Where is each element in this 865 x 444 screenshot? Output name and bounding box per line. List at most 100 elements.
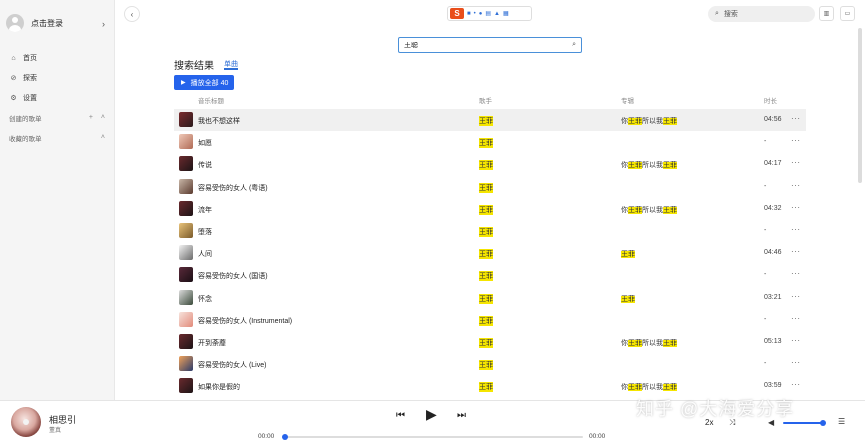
song-artist[interactable]: 王菲 (479, 271, 493, 282)
search-box[interactable]: ⌕ (398, 37, 582, 53)
song-artist[interactable]: 王菲 (479, 293, 493, 304)
song-thumbnail[interactable] (179, 134, 193, 150)
search-icon[interactable]: ⌕ (572, 41, 576, 49)
song-artist[interactable]: 王菲 (479, 160, 493, 171)
more-options-icon[interactable]: ··· (791, 136, 801, 145)
next-track-icon[interactable]: ⏭ (457, 410, 466, 421)
table-row[interactable]: 我也不想这样 王菲 你王菲所以我王菲 04:56 ··· (174, 109, 806, 132)
section-collected-playlists[interactable]: 收藏的歌单 ˄ (0, 128, 114, 148)
toolbox-icon[interactable]: ▦ (503, 10, 509, 17)
song-artist[interactable]: 王菲 (479, 138, 493, 149)
song-thumbnail[interactable] (179, 222, 193, 238)
song-artist[interactable]: 王菲 (479, 360, 493, 371)
song-artist[interactable]: 王菲 (479, 204, 493, 215)
song-thumbnail[interactable] (179, 156, 193, 172)
table-row[interactable]: 容易受伤的女人 (Live) 王菲 - ··· (174, 353, 806, 375)
more-options-icon[interactable]: ··· (791, 336, 801, 345)
punctuation-icon[interactable]: • (474, 11, 476, 17)
table-row[interactable]: 容易受伤的女人 (Instrumental) 王菲 - ··· (174, 309, 806, 331)
song-thumbnail[interactable] (179, 311, 193, 327)
song-album[interactable]: 你王菲所以我王菲 (621, 382, 677, 392)
sidebar-item-settings[interactable]: ⚙ 设置 (0, 88, 114, 108)
chevron-right-icon[interactable]: › (102, 19, 105, 29)
song-thumbnail[interactable] (179, 267, 193, 283)
table-row[interactable]: 如愿 王菲 - ··· (174, 131, 806, 153)
table-row[interactable]: 开到荼蘼 王菲 你王菲所以我王菲 05:13 ··· (174, 331, 806, 353)
song-thumbnail[interactable] (179, 289, 193, 305)
top-search-input[interactable]: ⌕ 搜索 (708, 6, 815, 22)
avatar[interactable] (6, 14, 24, 32)
more-options-icon[interactable]: ··· (791, 314, 801, 323)
song-artist[interactable]: 王菲 (479, 249, 493, 260)
song-artist[interactable]: 王菲 (479, 182, 493, 193)
song-album[interactable]: 王菲 (621, 249, 635, 259)
song-thumbnail[interactable] (179, 378, 193, 394)
song-duration: - (764, 182, 767, 190)
volume-slider[interactable] (783, 420, 826, 426)
song-thumbnail[interactable] (179, 245, 193, 261)
song-artist[interactable]: 王菲 (479, 226, 493, 237)
table-row[interactable]: 堕落 王菲 - ··· (174, 220, 806, 242)
layout-toggle-button[interactable]: ▥ (819, 6, 834, 21)
column-header-album: 专辑 (621, 98, 634, 105)
scrollbar[interactable] (858, 28, 862, 183)
back-button[interactable]: ‹ (124, 6, 140, 22)
table-row[interactable]: 怀念 王菲 王菲 03:21 ··· (174, 287, 806, 309)
search-input[interactable] (404, 41, 564, 49)
more-options-icon[interactable]: ··· (791, 225, 801, 234)
song-thumbnail[interactable] (179, 200, 193, 216)
album-highlight: 王菲 (663, 339, 677, 347)
play-all-button[interactable]: ▶ 播放全部 40 (174, 75, 234, 90)
table-row[interactable]: 人间 王菲 王菲 04:46 ··· (174, 242, 806, 264)
song-thumbnail[interactable] (179, 112, 193, 127)
section-created-playlists[interactable]: 创建的歌单 + ˄ (0, 108, 114, 128)
more-options-icon[interactable]: ··· (791, 158, 801, 167)
more-options-icon[interactable]: ··· (791, 203, 801, 212)
song-artist[interactable]: 王菲 (479, 337, 493, 348)
more-options-icon[interactable]: ··· (791, 114, 801, 123)
playlist-icon[interactable]: ☰ (838, 417, 845, 426)
sidebar-item-home[interactable]: ⌂ 首页 (0, 48, 114, 68)
song-album[interactable]: 你王菲所以我王菲 (621, 338, 677, 348)
volume-knob[interactable] (820, 420, 826, 426)
more-options-icon[interactable]: ··· (791, 358, 801, 367)
sidebar-item-explore[interactable]: ⊘ 探索 (0, 68, 114, 88)
song-album[interactable]: 你王菲所以我王菲 (621, 205, 677, 215)
microphone-icon[interactable]: ● (479, 11, 483, 17)
more-options-icon[interactable]: ··· (791, 181, 801, 190)
more-options-icon[interactable]: ··· (791, 247, 801, 256)
keyboard-icon[interactable]: ▤ (485, 10, 491, 17)
chevron-up-icon[interactable]: ˄ (101, 114, 105, 121)
song-thumbnail[interactable] (179, 178, 193, 194)
progress-bar[interactable] (282, 434, 583, 440)
watermark: 知乎 @大海爱分享 (636, 399, 795, 419)
song-duration: 04:32 (764, 204, 782, 212)
previous-track-icon[interactable]: ⏮ (396, 410, 405, 421)
more-options-icon[interactable]: ··· (791, 380, 801, 389)
song-thumbnail[interactable] (179, 333, 193, 349)
user-login[interactable]: 点击登录 (6, 10, 114, 36)
chevron-up-icon[interactable]: ˄ (101, 134, 105, 141)
login-label[interactable]: 点击登录 (31, 18, 63, 29)
table-row[interactable]: 容易受伤的女人 (国语) 王菲 - ··· (174, 264, 806, 286)
song-artist[interactable]: 王菲 (479, 116, 493, 126)
table-row[interactable]: 容易受伤的女人 (粤语) 王菲 - ··· (174, 176, 806, 198)
song-thumbnail[interactable] (179, 356, 193, 372)
table-row[interactable]: 传说 王菲 你王菲所以我王菲 04:17 ··· (174, 153, 806, 175)
song-artist[interactable]: 王菲 (479, 382, 493, 393)
progress-knob[interactable] (282, 434, 288, 440)
song-album[interactable]: 王菲 (621, 294, 635, 304)
table-row[interactable]: 流年 王菲 你王菲所以我王菲 04:32 ··· (174, 198, 806, 220)
more-options-icon[interactable]: ··· (791, 292, 801, 301)
album-cover[interactable] (11, 407, 41, 437)
song-artist[interactable]: 王菲 (479, 315, 493, 326)
skin-icon[interactable]: ▲ (494, 11, 500, 17)
song-album[interactable]: 你王菲所以我王菲 (621, 116, 677, 126)
mini-player-button[interactable]: ▭ (840, 6, 855, 21)
play-icon[interactable]: ▶ (426, 406, 437, 423)
plus-icon[interactable]: + (89, 114, 93, 121)
ime-toolbar[interactable]: S ■ • ● ▤ ▲ ▦ (447, 6, 532, 21)
song-album[interactable]: 你王菲所以我王菲 (621, 160, 677, 170)
more-options-icon[interactable]: ··· (791, 269, 801, 278)
chinese-mode-icon[interactable]: ■ (467, 11, 471, 17)
